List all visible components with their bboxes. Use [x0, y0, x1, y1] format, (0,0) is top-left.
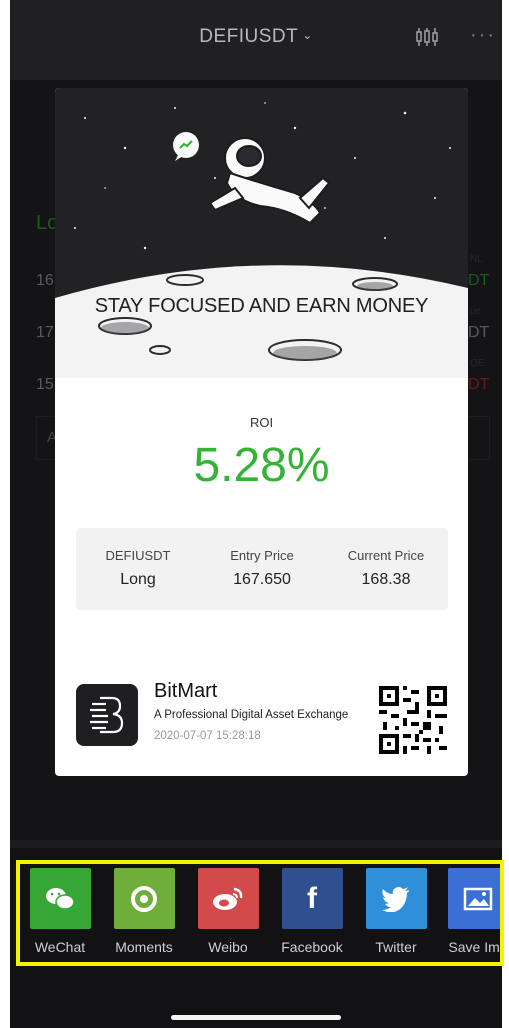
share-save-image-label: Save Ima [448, 939, 502, 955]
astronaut-moon-illustration [55, 102, 468, 378]
stat-current-price: Current Price 168.38 [324, 548, 448, 589]
share-save-image-button[interactable]: Save Ima [438, 868, 502, 955]
share-facebook-label: Facebook [281, 939, 343, 955]
bitmart-logo-icon [76, 684, 138, 746]
chevron-down-icon: ⌄ [302, 28, 313, 42]
hero-illustration: STAY FOCUSED AND EARN MONEY [55, 88, 468, 378]
stat-current-price-value: 168.38 [361, 571, 411, 588]
brand-footer: BitMart A Professional Digital Asset Exc… [76, 680, 448, 754]
twitter-icon [365, 868, 427, 929]
phone-screen: DEFIUSDT ⌄ ··· Lo 16 17 15 NL DT ue DT OE… [10, 0, 502, 1028]
share-weibo-button[interactable]: Weibo [188, 868, 268, 955]
share-twitter-label: Twitter [375, 939, 417, 955]
trade-stats-panel: DEFIUSDT Long Entry Price 167.650 Curren… [76, 528, 448, 610]
home-indicator[interactable] [171, 1015, 341, 1020]
top-bar: DEFIUSDT ⌄ ··· [10, 0, 502, 80]
share-wechat-label: WeChat [34, 939, 86, 955]
share-wechat-button[interactable]: WeChat [20, 868, 100, 955]
stat-current-price-label: Current Price [347, 548, 425, 563]
brand-tagline: A Professional Digital Asset Exchange [154, 709, 349, 721]
facebook-icon: f [281, 868, 343, 929]
stat-entry-price: Entry Price 167.650 [200, 548, 324, 589]
wechat-icon [29, 868, 91, 929]
save-image-icon [447, 868, 502, 929]
share-moments-label: Moments [115, 939, 173, 955]
share-timestamp: 2020-07-07 15:28:18 [154, 730, 261, 742]
moments-icon [113, 868, 175, 929]
brand-name: BitMart [154, 680, 218, 702]
roi-label: ROI [249, 415, 274, 430]
stat-entry-price-value: 167.650 [233, 571, 291, 588]
weibo-icon [197, 868, 259, 929]
share-card: STAY FOCUSED AND EARN MONEY ROI 5.28% DE… [55, 88, 468, 776]
roi-value: 5.28% [193, 439, 330, 492]
stat-symbol: DEFIUSDT Long [76, 548, 200, 589]
candlestick-chart-icon[interactable] [415, 26, 439, 48]
stat-symbol-label: DEFIUSDT [105, 548, 171, 563]
qr-code-icon [379, 686, 447, 754]
share-twitter-button[interactable]: Twitter [356, 868, 436, 955]
symbol-title-text: DEFIUSDT [199, 26, 299, 47]
stat-symbol-value: Long [120, 571, 156, 588]
share-moments-button[interactable]: Moments [104, 868, 184, 955]
more-dots-icon[interactable]: ··· [470, 24, 496, 47]
share-facebook-button[interactable]: f Facebook [272, 868, 352, 955]
slogan-text: STAY FOCUSED AND EARN MONEY [94, 295, 429, 317]
share-bar: WeChat Moments Weibo f Facebook Twitter [10, 848, 502, 1028]
stat-entry-price-label: Entry Price [230, 548, 294, 563]
share-weibo-label: Weibo [208, 939, 248, 955]
